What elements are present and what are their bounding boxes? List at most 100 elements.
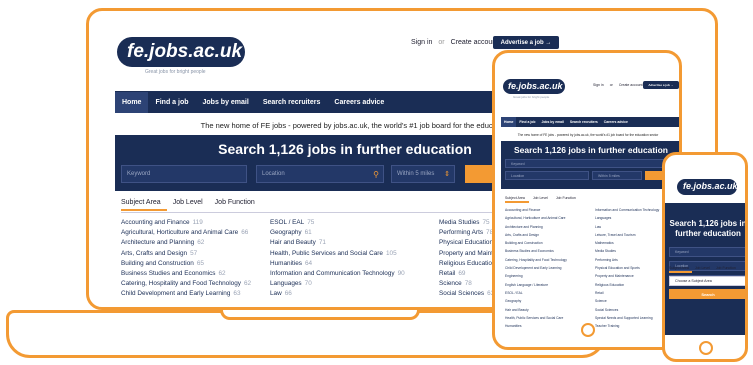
tablet-nav-careers-advice[interactable]: Careers advice bbox=[601, 117, 631, 127]
phone-subject-select[interactable]: Choose a Subject Area bbox=[669, 276, 745, 286]
phone-screen: fe.jobs.ac.uk Search 1,126 jobs in furth… bbox=[662, 152, 748, 362]
subject-item[interactable]: Building and Construction 65 bbox=[121, 259, 251, 269]
tablet-subject-item[interactable]: Property and Maintenance bbox=[595, 272, 659, 280]
tablet-subject-item[interactable]: Retail bbox=[595, 289, 659, 297]
tablet-subject-item[interactable]: Information and Communication Technology bbox=[595, 206, 659, 214]
subject-item[interactable]: Health, Public Services and Social Care 1… bbox=[270, 249, 405, 259]
subject-name: Catering, Hospitality and Food Technolog… bbox=[121, 280, 241, 288]
tablet-subject-item[interactable]: Media Studies bbox=[595, 247, 659, 255]
subject-count: 75 bbox=[307, 219, 315, 226]
subject-item[interactable]: Humanities 64 bbox=[270, 259, 405, 269]
subject-item[interactable]: Business Studies and Economics 62 bbox=[121, 269, 251, 279]
tablet-subject-item[interactable]: Social Sciences bbox=[595, 306, 659, 314]
subject-count: 62 bbox=[197, 239, 205, 247]
create-account-link[interactable]: Create account bbox=[451, 39, 498, 46]
phone-tab-job-function[interactable]: Job Function bbox=[713, 266, 739, 273]
tablet-create-account-link[interactable]: Create account bbox=[619, 83, 643, 87]
tablet-subject-item[interactable]: Geography bbox=[505, 297, 567, 305]
tablet-subject-item[interactable]: Accounting and Finance bbox=[505, 206, 567, 214]
tablet-subject-item[interactable]: Engineering bbox=[505, 272, 567, 280]
subject-count: 62 bbox=[243, 280, 252, 288]
tablet-subject-item[interactable]: Architecture and Planning bbox=[505, 223, 567, 231]
tablet-nav-find-job[interactable]: Find a job bbox=[516, 117, 538, 127]
tablet-subject-item[interactable]: Hair and Beauty bbox=[505, 306, 567, 314]
tablet-subject-item[interactable]: Performing Arts bbox=[595, 256, 659, 264]
subject-item[interactable]: Accounting and Finance 119 bbox=[121, 218, 251, 228]
tablet-subject-item[interactable]: English Language / Literature bbox=[505, 281, 567, 289]
tablet-subject-item[interactable]: Catering, Hospitality and Food Technolog… bbox=[505, 256, 567, 264]
tablet-subject-item[interactable]: Leisure, Travel and Tourism bbox=[595, 231, 659, 239]
tablet-subject-item[interactable]: Arts, Crafts and Design bbox=[505, 231, 567, 239]
location-input[interactable]: Location ⚲ bbox=[256, 165, 384, 183]
tab-job-level[interactable]: Job Level bbox=[167, 199, 209, 211]
tablet-subject-item[interactable]: Special Needs and Supported Learning bbox=[595, 314, 659, 322]
subject-item[interactable]: Agricultural, Horticulture and Animal Ca… bbox=[121, 228, 251, 238]
tablet-subject-item[interactable]: Religious Education bbox=[595, 281, 659, 289]
tablet-subject-item[interactable]: Business Studies and Economics bbox=[505, 247, 567, 255]
tablet-subject-item[interactable]: Science bbox=[595, 297, 659, 305]
subject-item[interactable]: Child Development and Early Learning 63 bbox=[121, 289, 251, 299]
tablet-subject-item[interactable]: ESOL / EAL bbox=[505, 289, 567, 297]
tablet-tab-subject-area[interactable]: Subject Area bbox=[505, 196, 529, 203]
phone-home-button[interactable] bbox=[699, 341, 713, 355]
tablet-nav-jobs-by-email[interactable]: Jobs by email bbox=[538, 117, 566, 127]
tablet-subject-item[interactable]: Mathematics bbox=[595, 239, 659, 247]
keyword-input[interactable]: Keyword bbox=[121, 165, 247, 183]
tablet-subject-item[interactable]: Health, Public Services and Social Care bbox=[505, 314, 567, 322]
phone-logo[interactable]: fe.jobs.ac.uk bbox=[677, 179, 738, 195]
phone-tabs: Subject Area Job Level Job Function bbox=[669, 266, 739, 273]
tablet-logo[interactable]: fe.jobs.ac.uk bbox=[503, 79, 565, 94]
tablet-radius-select[interactable]: Within 5 miles bbox=[592, 171, 642, 180]
phone-keyword-input[interactable]: Keyword bbox=[669, 247, 745, 257]
subject-item[interactable]: Hair and Beauty 71 bbox=[270, 238, 405, 248]
subject-item[interactable]: Geography 61 bbox=[270, 228, 405, 238]
phone-tab-job-level[interactable]: Job Level bbox=[692, 266, 713, 273]
radius-select[interactable]: Within 5 miles ⇕ bbox=[391, 165, 455, 183]
subject-item[interactable]: Architecture and Planning 62 bbox=[121, 238, 251, 248]
tablet-subject-item[interactable]: Teacher Training bbox=[595, 322, 659, 330]
tablet-subject-item[interactable]: Humanities bbox=[505, 322, 567, 330]
or-text: or bbox=[438, 39, 445, 46]
site-logo[interactable]: fe.jobs.ac.uk bbox=[117, 37, 245, 67]
subject-name: Social Sciences bbox=[439, 290, 485, 298]
subject-item[interactable]: Information and Communication Technology… bbox=[270, 269, 405, 279]
advertise-job-button[interactable]: Advertise a job → bbox=[493, 36, 559, 49]
subject-item[interactable]: Catering, Hospitality and Food Technolog… bbox=[121, 279, 251, 289]
tablet-search-panel: Search 1,126 jobs in further education K… bbox=[501, 141, 679, 189]
nav-careers-advice[interactable]: Careers advice bbox=[327, 92, 391, 113]
tablet-subject-item[interactable]: Law bbox=[595, 223, 659, 231]
tablet-home-button[interactable] bbox=[581, 323, 595, 337]
tablet-nav-home[interactable]: Home bbox=[501, 117, 517, 127]
subject-item[interactable]: Law 66 bbox=[270, 289, 405, 299]
tablet-subject-item[interactable]: Child Development and Early Learning bbox=[505, 264, 567, 272]
subject-name: Arts, Crafts and Design bbox=[121, 249, 188, 257]
tab-subject-area[interactable]: Subject Area bbox=[121, 199, 167, 211]
phone-search-button[interactable]: Search bbox=[669, 289, 745, 299]
subject-item[interactable]: Arts, Crafts and Design 57 bbox=[121, 249, 251, 259]
tablet-signin-link[interactable]: Sign in bbox=[593, 83, 604, 87]
tablet-tagline: Great jobs for bright people bbox=[513, 95, 550, 99]
nav-find-job[interactable]: Find a job bbox=[148, 92, 195, 113]
subject-name: Science bbox=[439, 280, 462, 288]
nav-home[interactable]: Home bbox=[115, 91, 149, 113]
tablet-advertise-button[interactable]: Advertise a job → bbox=[643, 81, 679, 89]
tablet-location-input[interactable]: Location bbox=[505, 171, 589, 180]
tablet-tab-job-level[interactable]: Job Level bbox=[529, 196, 552, 203]
nav-search-recruiters[interactable]: Search recruiters bbox=[256, 92, 328, 113]
nav-jobs-by-email[interactable]: Jobs by email bbox=[196, 92, 256, 113]
tablet-tab-job-function[interactable]: Job Function bbox=[552, 196, 580, 203]
tablet-keyword-input[interactable]: Keyword bbox=[505, 159, 677, 168]
tab-job-function[interactable]: Job Function bbox=[209, 199, 261, 211]
tablet-subject-item[interactable]: Physical Education and Sports bbox=[595, 264, 659, 272]
subject-item[interactable]: ESOL / EAL 75 bbox=[270, 218, 405, 228]
subject-tabs: Subject Area Job Level Job Function bbox=[121, 199, 261, 211]
phone-tab-subject-area[interactable]: Subject Area bbox=[669, 266, 692, 273]
tablet-top-links: Sign in or Create account bbox=[593, 83, 649, 87]
tablet-nav-search-recruiters[interactable]: Search recruiters bbox=[567, 117, 601, 127]
tablet-subject-item[interactable]: Agricultural, Horticulture and Animal Ca… bbox=[505, 214, 567, 222]
subject-item[interactable]: Languages 70 bbox=[270, 279, 405, 289]
subject-name: Geography bbox=[270, 229, 302, 237]
tablet-subject-item[interactable]: Building and Construction bbox=[505, 239, 567, 247]
tablet-subject-item[interactable]: Languages bbox=[595, 214, 659, 222]
signin-link[interactable]: Sign in bbox=[411, 39, 432, 46]
